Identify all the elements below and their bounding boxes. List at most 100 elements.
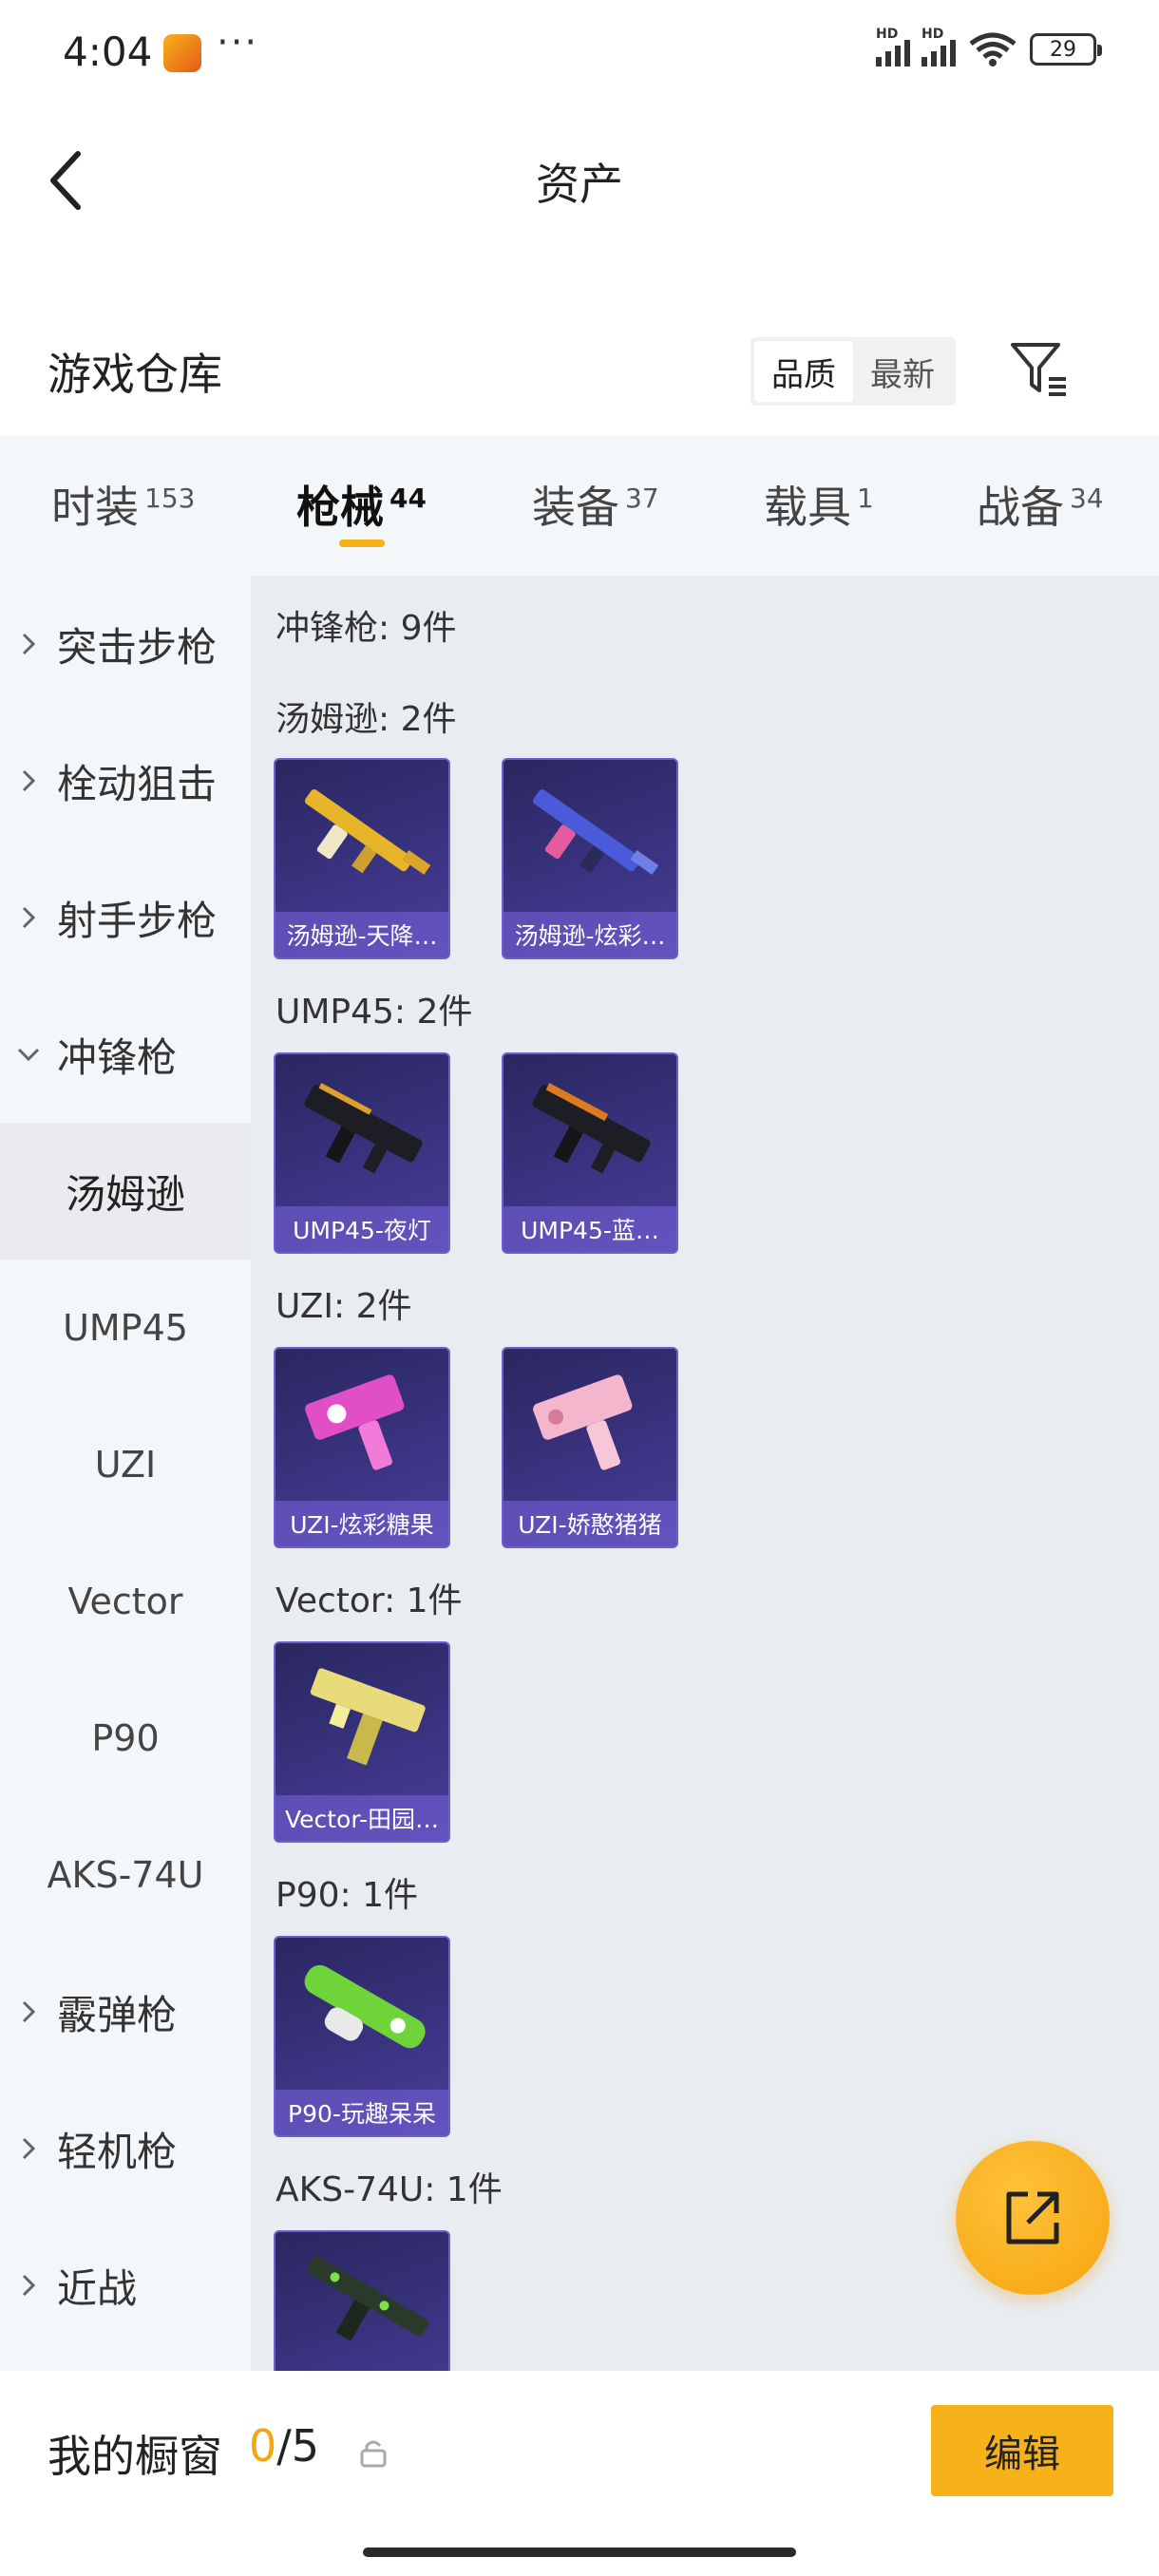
tab-equipment[interactable]: 装备 37 <box>532 473 659 536</box>
battery-level: 29 <box>1050 37 1076 62</box>
chevron-right-icon <box>0 2136 57 2161</box>
sidebar-item-label: UZI <box>94 1444 157 1486</box>
tab-label: 时装 <box>51 482 139 533</box>
weapon-list: 冲锋枪: 9件 汤姆逊: 2件 汤姆逊-天降… 汤姆逊-炫彩… UMP45: 2… <box>251 576 1159 2371</box>
showcase-total: 5 <box>291 2420 320 2472</box>
app-notification-icon <box>163 34 201 72</box>
sidebar-item-assault-rifle[interactable]: 突击步枪 <box>0 576 251 712</box>
weapon-card[interactable] <box>274 2230 450 2371</box>
edit-button[interactable]: 编辑 <box>931 2405 1113 2496</box>
top-nav: 资产 <box>0 104 1159 247</box>
weapon-card[interactable]: 汤姆逊-炫彩… <box>502 758 678 959</box>
chevron-right-icon <box>0 2273 57 2298</box>
group-title-uzi: UZI: 2件 <box>276 1287 412 1326</box>
sidebar-item-label: 汤姆逊 <box>65 1170 185 1218</box>
showcase-count: 0/5 <box>249 2420 319 2472</box>
tab-count: 44 <box>390 482 427 514</box>
weapon-card[interactable]: P90-玩趣呆呆 <box>274 1936 450 2137</box>
signal-icon: HD <box>876 27 910 66</box>
sidebar-item-lmg[interactable]: 轻机枪 <box>0 2080 251 2217</box>
tab-vehicles[interactable]: 载具 1 <box>764 473 874 536</box>
sidebar-item-uzi[interactable]: UZI <box>0 1396 251 1533</box>
lock-icon <box>360 2440 387 2468</box>
sidebar-item-label: 轻机枪 <box>57 2128 178 2175</box>
chevron-right-icon <box>0 768 57 793</box>
tab-label: 枪械 <box>296 482 384 533</box>
tab-count: 153 <box>144 482 196 514</box>
wifi-icon <box>969 32 1016 66</box>
weapon-card-name: P90-玩趣呆呆 <box>276 2090 448 2135</box>
sidebar-item-label: 霰弹枪 <box>57 1991 178 2038</box>
tab-firearms[interactable]: 枪械 44 <box>296 473 427 536</box>
sidebar-item-ump45[interactable]: UMP45 <box>0 1260 251 1396</box>
weapon-card[interactable]: UZI-炫彩糖果 <box>274 1347 450 1548</box>
showcase-separator: / <box>276 2420 292 2472</box>
group-title-ump45: UMP45: 2件 <box>276 993 473 1032</box>
tab-count: 37 <box>625 482 659 514</box>
sidebar-item-vector[interactable]: Vector <box>0 1533 251 1670</box>
warehouse-title: 游戏仓库 <box>48 349 222 400</box>
sidebar-item-label: 近战 <box>57 2264 138 2312</box>
ump45-blue-image <box>532 1083 651 1174</box>
sidebar-item-label: AKS-74U <box>47 1854 204 1896</box>
sidebar-item-label: 栓动狙击 <box>57 760 218 807</box>
weapon-card-name: UZI-娇憨猪猪 <box>504 1501 676 1546</box>
weapon-card[interactable]: UZI-娇憨猪猪 <box>502 1347 678 1548</box>
chevron-right-icon <box>0 905 57 930</box>
share-icon <box>1006 2191 1059 2245</box>
tab-label: 装备 <box>532 482 619 533</box>
weapon-card-name: UZI-炫彩糖果 <box>276 1501 448 1546</box>
sort-newest-button[interactable]: 最新 <box>853 341 952 402</box>
weapon-card-name: 汤姆逊-天降… <box>276 912 448 957</box>
showcase-used: 0 <box>249 2420 277 2472</box>
home-indicator <box>363 2548 796 2557</box>
vector-pastoral-image <box>310 1668 426 1766</box>
sidebar-item-shotgun[interactable]: 霰弹枪 <box>0 1943 251 2080</box>
sidebar-item-label: P90 <box>91 1717 160 1759</box>
aks74u-image <box>306 2256 429 2341</box>
sidebar-item-bolt-sniper[interactable]: 栓动狙击 <box>0 712 251 849</box>
weapon-card[interactable]: 汤姆逊-天降… <box>274 758 450 959</box>
tab-count: 34 <box>1070 482 1104 514</box>
tab-label: 载具 <box>764 482 851 533</box>
thompson-gold-image <box>304 789 431 875</box>
sidebar-item-label: Vector <box>67 1581 183 1622</box>
share-button[interactable] <box>956 2141 1110 2295</box>
sidebar-item-thompson[interactable]: 汤姆逊 <box>0 1123 251 1260</box>
weapon-card[interactable]: UMP45-蓝… <box>502 1052 678 1254</box>
sidebar-item-label: 冲锋枪 <box>57 1033 178 1081</box>
uzi-candy-image <box>305 1374 405 1470</box>
hd-label-2: HD <box>922 27 944 42</box>
chevron-right-icon <box>0 1999 57 2024</box>
tab-combat-gear[interactable]: 战备 34 <box>977 473 1104 536</box>
weapon-card[interactable]: Vector-田园… <box>274 1641 450 1843</box>
chevron-down-icon <box>0 1047 57 1062</box>
sidebar-item-melee[interactable]: 近战 <box>0 2217 251 2354</box>
sidebar-item-label: 射手步枪 <box>57 897 218 944</box>
sidebar-item-p90[interactable]: P90 <box>0 1670 251 1807</box>
sidebar-item-label: 突击步枪 <box>57 623 218 671</box>
weapon-card[interactable]: UMP45-夜灯 <box>274 1052 450 1254</box>
active-tab-indicator <box>339 540 385 547</box>
tab-fashion[interactable]: 时装 153 <box>51 473 195 536</box>
group-title-aks74u: AKS-74U: 1件 <box>276 2170 503 2209</box>
signal-icon-2: HD <box>922 27 956 66</box>
tab-label: 战备 <box>977 482 1064 533</box>
sort-toggle: 品质 最新 <box>750 337 956 406</box>
showcase-bar: 我的橱窗 0/5 编辑 <box>0 2371 1159 2576</box>
sidebar-item-aks74u[interactable]: AKS-74U <box>0 1807 251 1943</box>
filter-icon[interactable] <box>1007 337 1070 400</box>
group-title-vector: Vector: 1件 <box>276 1582 463 1620</box>
tab-count: 1 <box>857 482 874 514</box>
weapon-type-sidebar: 突击步枪 栓动狙击 射手步枪 冲锋枪 汤姆逊 UMP45 UZI Vector … <box>0 576 251 2371</box>
chevron-right-icon <box>0 632 57 656</box>
group-title-p90: P90: 1件 <box>276 1876 418 1915</box>
p90-fun-image <box>304 1964 426 2049</box>
category-header: 冲锋枪: 9件 <box>276 609 457 648</box>
uzi-piggy-image <box>533 1374 633 1470</box>
sort-quality-button[interactable]: 品质 <box>754 341 853 402</box>
sidebar-item-marksman-rifle[interactable]: 射手步枪 <box>0 849 251 986</box>
page-title: 资产 <box>536 159 623 210</box>
sidebar-item-smg[interactable]: 冲锋枪 <box>0 986 251 1123</box>
weapon-card-name: UMP45-夜灯 <box>276 1206 448 1252</box>
